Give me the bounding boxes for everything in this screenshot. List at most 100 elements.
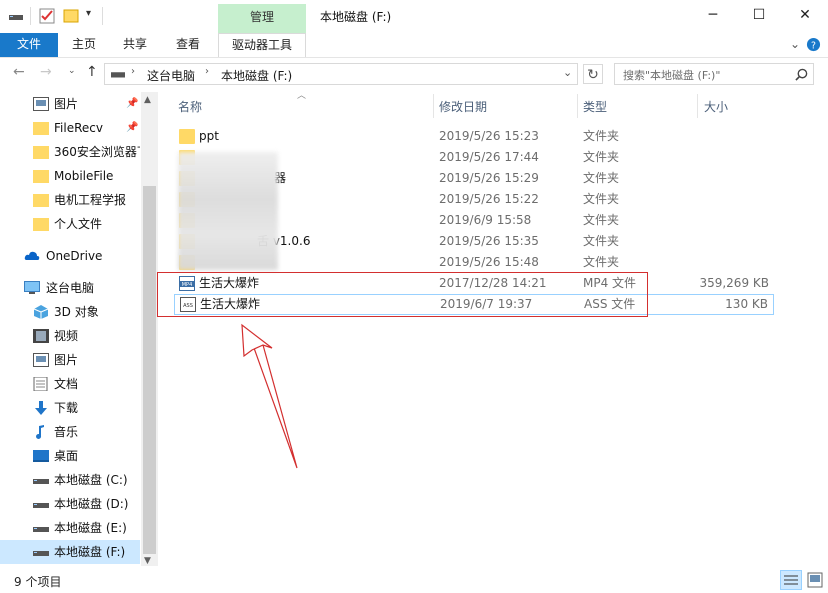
back-arrow-icon[interactable]: ← — [13, 64, 25, 80]
nav-quick-mobilefile[interactable]: MobileFile — [0, 164, 140, 188]
nav-this-pc[interactable]: 这台电脑 — [0, 276, 140, 300]
window-title: 本地磁盘 (F:) — [320, 10, 392, 24]
nav-downloads[interactable]: 下载 — [0, 396, 140, 420]
close-button[interactable]: ✕ — [782, 0, 828, 31]
nav-quick-personal[interactable]: 个人文件 — [0, 212, 140, 236]
file-date: 2019/5/26 15:23 — [439, 129, 539, 143]
properties-icon[interactable] — [39, 8, 55, 24]
tab-drive-tools[interactable]: 驱动器工具 — [218, 33, 306, 57]
nav-drive-e[interactable]: 本地磁盘 (E:) — [0, 516, 140, 540]
address-dropdown-icon[interactable]: ⌄ — [563, 66, 572, 79]
nav-item-label: 3D 对象 — [54, 305, 99, 319]
minimize-button[interactable]: ─ — [690, 0, 736, 31]
refresh-icon[interactable]: ↻ — [583, 64, 603, 84]
details-view-icon[interactable] — [780, 570, 802, 590]
help-icon[interactable]: ? — [806, 37, 821, 52]
column-header-size[interactable]: 大小 — [704, 98, 728, 116]
address-bar[interactable]: › 这台电脑 › 本地磁盘 (F:) ⌄ — [104, 63, 578, 85]
file-date: 2019/5/26 15:48 — [439, 255, 539, 269]
pictures-icon — [33, 97, 49, 111]
folder-icon — [179, 129, 195, 144]
folder-icon — [33, 170, 49, 183]
tab-file[interactable]: 文件 — [0, 33, 58, 57]
search-icon[interactable] — [795, 68, 808, 81]
drive-icon — [33, 479, 49, 484]
nav-drive-d[interactable]: 本地磁盘 (D:) — [0, 492, 140, 516]
scroll-up-icon[interactable]: ▲ — [144, 95, 151, 105]
column-header-name[interactable]: 名称 — [178, 98, 202, 116]
chevron-down-icon[interactable]: ⌄ — [790, 37, 800, 51]
navigation-pane: 图片 📌 FileRecv 📌 360安全浏览器下 MobileFile 电机工… — [0, 92, 158, 566]
onedrive-cloud-icon — [24, 251, 40, 260]
context-tab-manage[interactable]: 管理 — [218, 4, 306, 33]
pin-icon[interactable]: 📌 — [126, 116, 138, 140]
nav-drive-f[interactable]: 本地磁盘 (F:) — [0, 540, 140, 564]
drive-icon — [111, 72, 125, 78]
nav-scroll-thumb[interactable] — [143, 186, 156, 554]
new-folder-icon[interactable] — [63, 8, 79, 24]
nav-quick-pictures[interactable]: 图片 📌 — [0, 92, 140, 116]
highlight-box — [157, 272, 648, 317]
maximize-button[interactable]: ☐ — [736, 0, 782, 31]
search-placeholder: 搜索"本地磁盘 (F:)" — [623, 69, 721, 82]
nav-pictures[interactable]: 图片 — [0, 348, 140, 372]
recent-locations-icon[interactable]: ⌄ — [68, 66, 76, 76]
file-type: 文件夹 — [583, 255, 620, 269]
up-arrow-icon[interactable]: ↑ — [86, 64, 98, 80]
nav-quick-journal[interactable]: 电机工程学报 — [0, 188, 140, 212]
nav-item-label: 下载 — [54, 401, 79, 415]
folder-icon — [33, 218, 49, 231]
nav-3d-objects[interactable]: 3D 对象 — [0, 300, 140, 324]
svg-text:?: ? — [811, 40, 816, 51]
breadcrumb-separator-icon: › — [205, 66, 209, 77]
nav-item-label: 本地磁盘 (D:) — [54, 497, 129, 511]
nav-item-label: 本地磁盘 (E:) — [54, 521, 127, 535]
computer-icon — [24, 281, 40, 294]
drive-icon — [33, 503, 49, 508]
file-row[interactable]: ppt 2019/5/26 15:23 文件夹 — [174, 126, 774, 147]
file-type: 文件夹 — [583, 150, 620, 164]
drive-icon — [33, 551, 49, 556]
breadcrumb-this-pc[interactable]: 这台电脑 — [147, 67, 195, 84]
column-header-date[interactable]: 修改日期 — [439, 98, 487, 116]
file-date: 2019/5/26 15:22 — [439, 192, 539, 206]
quick-access-dropdown-icon[interactable]: ▾ — [86, 8, 91, 19]
file-date: 2019/6/9 15:58 — [439, 213, 532, 227]
file-type: 文件夹 — [583, 192, 620, 206]
tab-view[interactable]: 查看 — [167, 33, 209, 57]
pin-icon[interactable]: 📌 — [126, 92, 138, 116]
folder-icon — [33, 146, 49, 159]
nav-desktop[interactable]: 桌面 — [0, 444, 140, 468]
drive-icon — [9, 15, 23, 20]
large-icons-view-icon[interactable] — [805, 570, 825, 590]
scroll-down-icon[interactable]: ▼ — [144, 556, 151, 566]
nav-quick-360[interactable]: 360安全浏览器下 — [0, 140, 140, 164]
nav-documents[interactable]: 文档 — [0, 372, 140, 396]
breadcrumb-drive[interactable]: 本地磁盘 (F:) — [221, 67, 292, 84]
tab-share[interactable]: 共享 — [114, 33, 156, 57]
tab-home[interactable]: 主页 — [63, 33, 105, 57]
folder-icon — [33, 122, 49, 135]
nav-music[interactable]: 音乐 — [0, 420, 140, 444]
file-type: 文件夹 — [583, 213, 620, 227]
column-divider[interactable] — [697, 94, 698, 118]
file-size: 130 KB — [725, 297, 768, 311]
file-date: 2019/5/26 17:44 — [439, 150, 539, 164]
nav-drive-c[interactable]: 本地磁盘 (C:) — [0, 468, 140, 492]
column-divider[interactable] — [577, 94, 578, 118]
status-bar — [0, 568, 828, 593]
music-icon — [36, 425, 44, 439]
documents-icon — [33, 377, 48, 391]
nav-quick-filerecv[interactable]: FileRecv 📌 — [0, 116, 140, 140]
nav-onedrive[interactable]: OneDrive — [0, 244, 140, 268]
nav-videos[interactable]: 视频 — [0, 324, 140, 348]
file-type: 文件夹 — [583, 129, 620, 143]
search-input[interactable]: 搜索"本地磁盘 (F:)" — [614, 63, 814, 85]
sort-ascending-icon: ︿ — [297, 91, 307, 101]
nav-item-label: 图片 — [54, 353, 79, 367]
annotation-arrow — [241, 323, 298, 469]
forward-arrow-icon[interactable]: → — [40, 64, 52, 80]
column-divider[interactable] — [433, 94, 434, 118]
column-header-type[interactable]: 类型 — [583, 98, 607, 116]
nav-item-label: 这台电脑 — [46, 281, 95, 295]
